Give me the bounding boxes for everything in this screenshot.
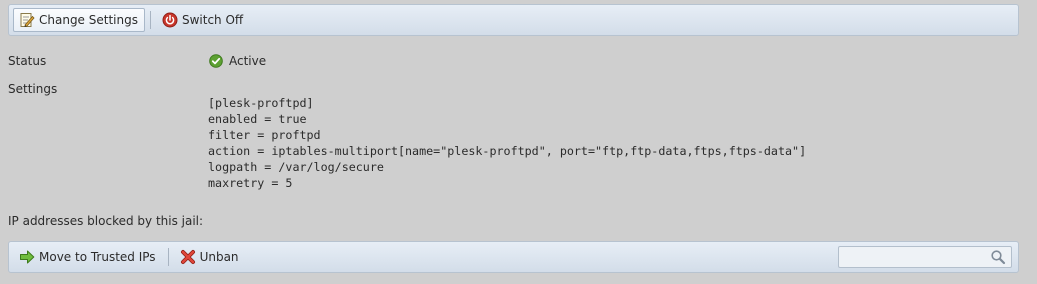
edit-settings-icon: [19, 12, 35, 28]
unban-button[interactable]: Unban: [174, 245, 246, 269]
jail-toolbar: Change Settings Switch Off: [8, 4, 1019, 36]
toolbar-separator: [149, 11, 151, 29]
status-value: Active: [209, 54, 266, 68]
cross-icon: [180, 249, 196, 265]
settings-label: Settings: [8, 82, 58, 96]
blocked-ips-toolbar: Move to Trusted IPs Unban: [8, 241, 1019, 273]
jail-config-text: [plesk-proftpd] enabled = true filter = …: [208, 96, 807, 190]
arrow-right-icon: [19, 249, 35, 265]
search-icon[interactable]: [990, 249, 1006, 265]
blocked-ips-heading: IP addresses blocked by this jail:: [8, 214, 204, 228]
status-label: Status: [8, 54, 47, 68]
search-input[interactable]: [839, 247, 995, 267]
search-box: [838, 246, 1012, 268]
toolbar-separator: [167, 248, 169, 266]
change-settings-button[interactable]: Change Settings: [13, 8, 145, 32]
move-to-trusted-ips-label: Move to Trusted IPs: [39, 250, 156, 264]
power-off-icon: [162, 12, 178, 28]
change-settings-label: Change Settings: [39, 13, 138, 27]
switch-off-button[interactable]: Switch Off: [156, 8, 250, 32]
move-to-trusted-ips-button[interactable]: Move to Trusted IPs: [13, 245, 163, 269]
switch-off-label: Switch Off: [181, 13, 244, 27]
unban-label: Unban: [199, 250, 239, 264]
status-text: Active: [229, 54, 267, 68]
check-circle-icon: [209, 54, 223, 68]
